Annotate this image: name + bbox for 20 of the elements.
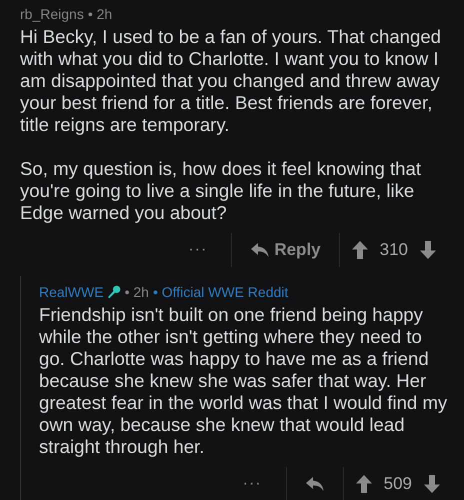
- microphone-icon: [106, 285, 121, 299]
- timestamp: • 2h: [124, 284, 149, 300]
- vote-count: 310: [380, 240, 408, 260]
- downvote-icon[interactable]: [424, 475, 440, 493]
- flair-link[interactable]: • Official WWE Reddit: [152, 284, 288, 300]
- timestamp: • 2h: [88, 6, 112, 22]
- upvote-icon[interactable]: [356, 475, 372, 493]
- username[interactable]: rb_Reigns: [20, 6, 84, 22]
- reply-icon: [250, 242, 270, 258]
- username[interactable]: RealWWE: [39, 284, 104, 300]
- comment-text: Hi Becky, I used to be a fan of yours. That changed with what you did to Charlotte. I want you to know I am disappointed that you changed and threw away your best friend for a title. Best friends are forever, title reigns are temporary.: [20, 26, 442, 136]
- comment-text: Friendship isn't built on one friend being happy while the other isn't getting where they need to go. Charlotte was happy to have me as a friend because she knew she was safer that way. Her greatest fear in the world was that I would find my own way, because she knew that would lead straight through her.: [39, 304, 448, 458]
- reply-button[interactable]: Reply: [244, 240, 327, 260]
- more-button[interactable]: ···: [230, 475, 274, 493]
- reply-icon: [304, 476, 325, 492]
- downvote-icon[interactable]: [420, 241, 436, 259]
- upvote-icon[interactable]: [352, 241, 368, 259]
- comment-text: So, my question is, how does it feel knowing that you're going to live a single life in the future, like Edge warned you about?: [20, 158, 422, 224]
- more-button[interactable]: ···: [176, 241, 220, 259]
- vote-count: 509: [384, 474, 412, 494]
